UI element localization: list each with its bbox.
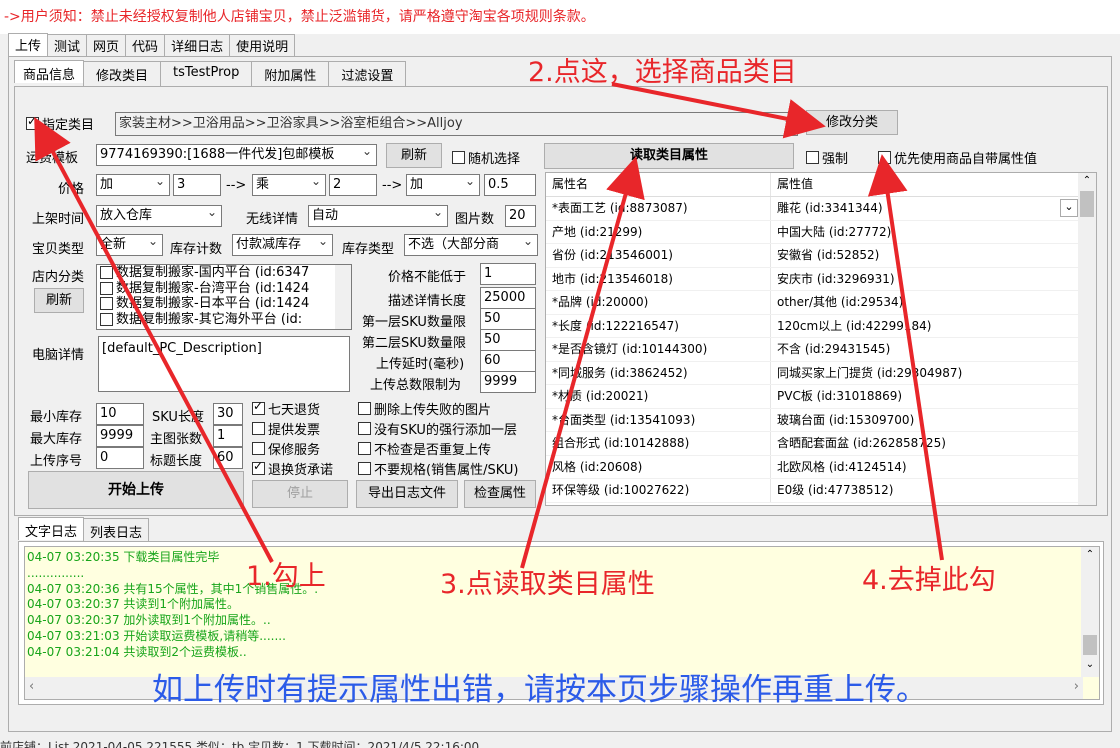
annotation-step1: 1.勾上: [246, 561, 326, 592]
arrow-step3: [520, 156, 645, 569]
annotation-step4: 4.去掉此勾: [862, 565, 996, 596]
annotation-step3: 3.点读取类目属性: [440, 569, 655, 600]
annotation-arrows: [34, 82, 944, 569]
annotation-step2: 2.点这，选择商品类目: [528, 57, 797, 88]
annotation-footer: 如上传时有提示属性出错，请按本页步骤操作再重上传。: [152, 672, 927, 708]
arrow-step2: [611, 82, 826, 139]
arrow-step1: [34, 116, 274, 563]
arrow-step4: [867, 154, 944, 561]
